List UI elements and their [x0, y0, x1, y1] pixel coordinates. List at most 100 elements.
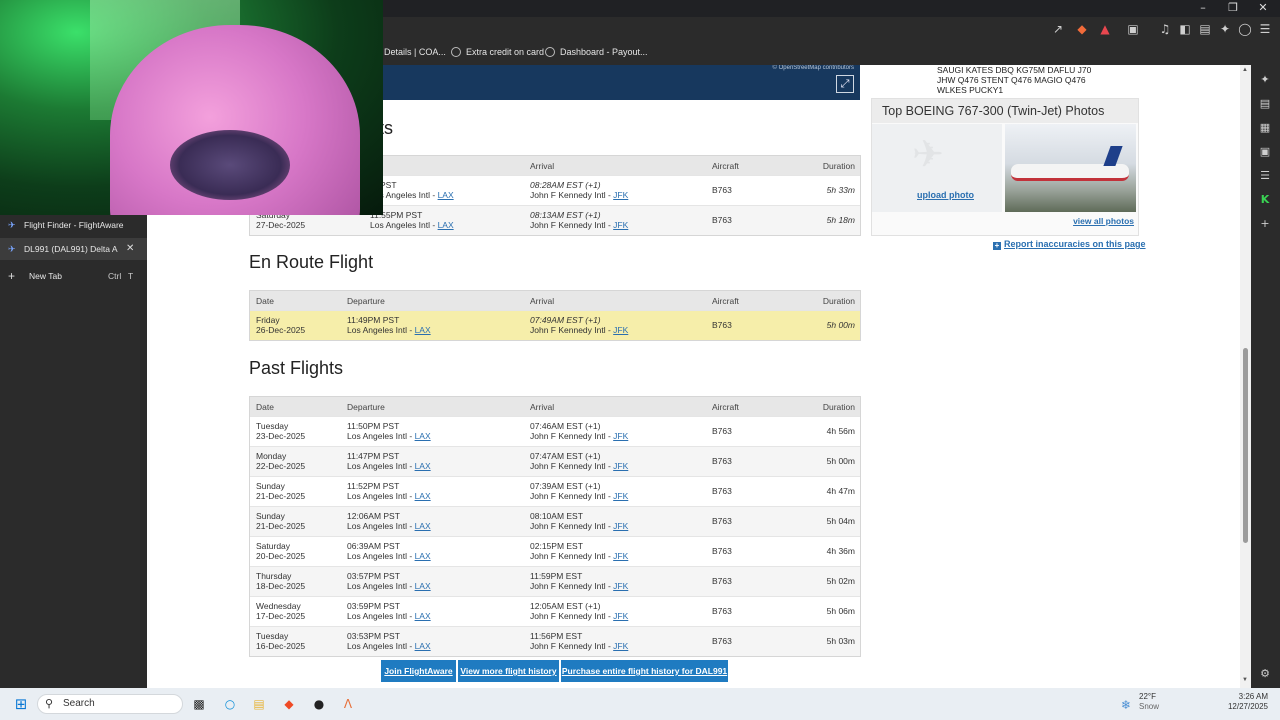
photo-placeholder[interactable]: ✈ upload photo: [872, 124, 1002, 212]
arr-code-link[interactable]: JFK: [613, 521, 628, 531]
join-flightaware-button[interactable]: Join FlightAware: [381, 660, 456, 682]
arr-code-link[interactable]: JFK: [613, 491, 628, 501]
wallet-sidebar-icon[interactable]: ▦: [1258, 121, 1272, 135]
duration: 5h 18m: [826, 215, 855, 225]
arr-code-link[interactable]: JFK: [613, 641, 628, 651]
close-tab-icon[interactable]: ✕: [126, 238, 134, 260]
tab-flight-finder[interactable]: ✈ Flight Finder - FlightAware: [0, 214, 147, 236]
dep-airport-name: Los Angeles Intl -: [347, 325, 415, 335]
vpn-icon[interactable]: ◯: [1237, 21, 1253, 37]
settings-gear-icon[interactable]: ⚙: [1258, 667, 1272, 681]
minimize-icon[interactable]: –: [1188, 0, 1218, 15]
new-tab-button[interactable]: + New Tab Ctrl T: [0, 265, 147, 287]
enroute-flight-table: Date Departure Arrival Aircraft Duration…: [249, 290, 861, 341]
flightaware-favicon-icon: ✈: [8, 220, 16, 230]
edge-icon[interactable]: ○: [222, 696, 238, 712]
dep-airport: Los Angeles Intl - LAX: [347, 431, 431, 441]
view-more-history-button[interactable]: View more flight history: [458, 660, 559, 682]
scroll-up-icon[interactable]: ▲: [1242, 67, 1248, 73]
table-row[interactable]: Thursday 18-Dec-2025 03:57PM PST Los Angele…: [250, 566, 860, 596]
task-view-icon[interactable]: ▩: [191, 696, 207, 712]
bookmarks-icon[interactable]: ▣: [1258, 145, 1272, 159]
dep-airport: Los Angeles Intl - LAX: [347, 611, 431, 621]
duration: 5h 06m: [826, 606, 855, 616]
reading-list-icon[interactable]: ▤: [1258, 97, 1272, 111]
arr-time: 02:15PM EST: [530, 541, 583, 551]
arr-code-link[interactable]: JFK: [613, 581, 628, 591]
arr-code-link[interactable]: JFK: [613, 190, 628, 200]
date: 18-Dec-2025: [256, 581, 306, 591]
dep-code-link[interactable]: LAX: [415, 641, 431, 651]
dep-code-link[interactable]: LAX: [415, 431, 431, 441]
dep-code-link[interactable]: LAX: [415, 611, 431, 621]
leo-icon[interactable]: ✦: [1258, 73, 1272, 87]
table-row[interactable]: Saturday 20-Dec-2025 06:39AM PST Los Angele…: [250, 536, 860, 566]
dep-code-link[interactable]: LAX: [438, 190, 454, 200]
taskbar-search[interactable]: ⚲ Search: [37, 694, 183, 714]
leo-ai-icon[interactable]: ✦: [1217, 21, 1233, 37]
purchase-history-button[interactable]: Purchase entire flight history for DAL99…: [561, 660, 728, 682]
page-scrollbar[interactable]: ▲ ▼: [1240, 65, 1251, 688]
weather-snow-icon[interactable]: ❄: [1118, 697, 1134, 713]
brave-rewards-icon[interactable]: ▲: [1097, 21, 1113, 37]
history-icon[interactable]: ☰: [1258, 169, 1272, 183]
arr-airport: John F Kennedy Intl - JFK: [530, 190, 628, 200]
brave-taskbar-icon[interactable]: ◆: [281, 696, 297, 712]
col-departure: Departure: [347, 402, 385, 412]
scroll-down-icon[interactable]: ▼: [1242, 677, 1248, 683]
table-row[interactable]: Sunday 21-Dec-2025 12:06AM PST Los Angeles …: [250, 506, 860, 536]
restore-icon[interactable]: ❐: [1218, 0, 1248, 15]
dep-code-link[interactable]: LAX: [415, 491, 431, 501]
arr-code-link[interactable]: JFK: [613, 551, 628, 561]
upload-photo-link[interactable]: upload photo: [917, 190, 974, 200]
tab-dl991[interactable]: ✈ DL991 (DAL991) Delta Air L... ✕: [0, 238, 147, 260]
system-clock[interactable]: 3:26 AM 12/27/2025: [1224, 692, 1268, 712]
dep-code-link[interactable]: LAX: [438, 220, 454, 230]
file-explorer-icon[interactable]: ▤: [251, 696, 267, 712]
share-icon[interactable]: ↗: [1050, 21, 1066, 37]
wallet-icon[interactable]: ▤: [1197, 21, 1213, 37]
dep-code-link[interactable]: LAX: [415, 325, 431, 335]
fullscreen-icon[interactable]: ⤢: [836, 75, 854, 93]
close-window-icon[interactable]: ✕: [1248, 0, 1278, 15]
dep-code-link[interactable]: LAX: [415, 461, 431, 471]
sidebar-toggle-icon[interactable]: ◧: [1177, 21, 1193, 37]
report-inaccuracies-link[interactable]: + Report inaccuracies on this page: [993, 239, 1146, 250]
dep-code-link[interactable]: LAX: [415, 581, 431, 591]
dep-code-link[interactable]: LAX: [415, 551, 431, 561]
arr-code-link[interactable]: JFK: [613, 431, 628, 441]
table-row[interactable]: Monday 22-Dec-2025 11:47PM PST Los Angeles …: [250, 446, 860, 476]
date-day: Friday: [256, 315, 280, 325]
arr-code-link[interactable]: JFK: [613, 461, 628, 471]
table-row[interactable]: Tuesday 23-Dec-2025 11:50PM PST Los Angeles…: [250, 416, 860, 446]
view-all-photos-link[interactable]: view all photos: [1073, 216, 1134, 226]
arr-code-link[interactable]: JFK: [613, 325, 628, 335]
table-row[interactable]: Tuesday 16-Dec-2025 03:53PM PST Los Angeles…: [250, 626, 860, 656]
scrollbar-thumb[interactable]: [1243, 348, 1248, 543]
arr-code-link[interactable]: JFK: [613, 611, 628, 621]
app-taskbar-icon[interactable]: Λ: [340, 696, 356, 712]
aircraft-photo[interactable]: [1005, 124, 1136, 212]
dep-code-link[interactable]: LAX: [415, 521, 431, 531]
weather-widget[interactable]: 22°F Snow: [1139, 692, 1159, 712]
bookmark-item[interactable]: Dashboard - Payout...: [545, 46, 648, 58]
media-icon[interactable]: ♫: [1157, 21, 1173, 37]
windows-start-icon[interactable]: ⊞: [13, 696, 29, 712]
dep-time: 11:47PM PST: [347, 451, 400, 461]
table-row-enroute[interactable]: Friday 26-Dec-2025 11:49PM PST Los Angel…: [250, 310, 860, 340]
table-row[interactable]: Wednesday 17-Dec-2025 03:59PM PST Los Angel…: [250, 596, 860, 626]
bookmark-item[interactable]: Details | COA...: [384, 46, 446, 58]
duration: 4h 47m: [826, 486, 855, 496]
arr-code-link[interactable]: JFK: [613, 220, 628, 230]
col-departure: Departure: [347, 296, 385, 306]
add-panel-icon[interactable]: +: [1258, 217, 1272, 231]
flight-map[interactable]: © OpenStreetMap contributors ⤢: [383, 65, 860, 100]
brave-shields-icon[interactable]: ◆: [1074, 21, 1090, 37]
extension-k-icon[interactable]: K: [1258, 193, 1272, 207]
table-row[interactable]: Sunday 21-Dec-2025 11:52PM PST Los Angeles …: [250, 476, 860, 506]
bookmark-item[interactable]: Extra credit on card: [451, 46, 544, 58]
screenshot-icon[interactable]: ▣: [1125, 21, 1141, 37]
date-day: Sunday: [256, 481, 285, 491]
obs-icon[interactable]: ●: [311, 696, 327, 712]
menu-icon[interactable]: ☰: [1257, 21, 1273, 37]
